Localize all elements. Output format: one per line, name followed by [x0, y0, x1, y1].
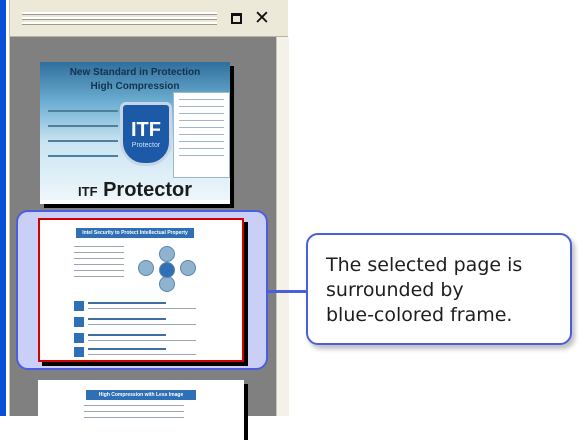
page2-feature-row [74, 332, 198, 346]
cover-text-lines [48, 110, 118, 170]
close-button[interactable]: ✕ [252, 8, 272, 28]
restore-window-icon [230, 12, 242, 24]
close-icon: ✕ [254, 6, 270, 29]
callout-connector [268, 290, 308, 293]
restore-button[interactable] [226, 8, 246, 28]
page-thumbnail-3[interactable]: High Compression with Less Image Degrada… [38, 380, 244, 440]
page-thumbnail-panel: ✕ New Standard in Protection High Compre… [0, 0, 289, 440]
callout-text: The selected page is surrounded by blue-… [326, 253, 566, 328]
page-thumbnail-2[interactable]: Intel Security to Protect Intellectual P… [38, 218, 244, 362]
callout-text-line: blue-colored frame. [326, 304, 513, 326]
cover-brand: ITF Protector [40, 179, 230, 202]
cover-heading-line1: New Standard in Protection [69, 67, 201, 78]
callout-text-line: The selected page is [326, 254, 523, 276]
panel-titlebar[interactable]: ✕ [10, 0, 288, 37]
callout-box: The selected page is surrounded by blue-… [306, 233, 572, 345]
page2-heading: Intel Security to Protect Intellectual P… [76, 228, 194, 238]
cover-heading-line2: High Compression [90, 81, 180, 92]
page2-feature-row [74, 300, 198, 314]
brand-prefix: ITF [78, 184, 98, 199]
page3-heading: High Compression with Less Image Degrada… [86, 390, 196, 408]
emblem-text: ITF [131, 119, 161, 141]
vertical-scrollbar[interactable] [276, 37, 289, 416]
callout-text-line: surrounded by [326, 279, 464, 301]
page2-feature-row [74, 316, 198, 330]
emblem-subtext: Protector [131, 142, 161, 149]
page3-text-lines [84, 405, 184, 423]
brand-name: Protector [103, 179, 192, 201]
titlebar-grip[interactable] [22, 12, 217, 25]
page2-feature-row [74, 346, 198, 360]
page2-text-lines [74, 246, 124, 282]
itf-shield-emblem: ITF Protector [120, 102, 172, 166]
cover-info-card [173, 92, 230, 178]
page2-diagram [136, 246, 196, 296]
